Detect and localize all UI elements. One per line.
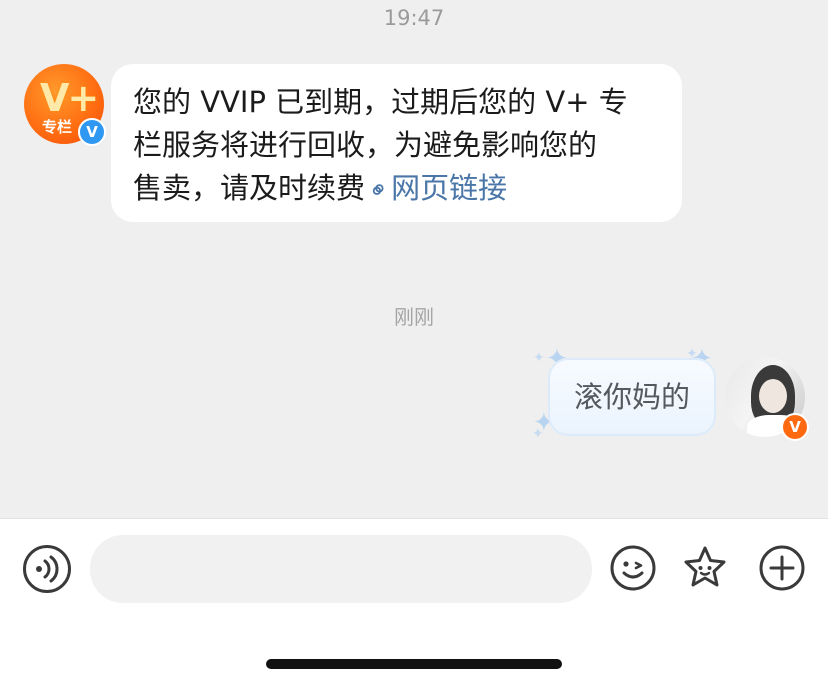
chat-area: 19:47 V+ 专栏 V 您的 VVIP 已到期，过期后您的 V+ 专 栏服务… [0, 0, 828, 518]
verified-badge: V [78, 118, 106, 146]
timestamp: 19:47 [383, 6, 445, 30]
sparkle-dot-icon: ✦ [533, 350, 545, 366]
sticker-star-icon [684, 546, 726, 587]
message-line: 您的 VVIP 已到期，过期后您的 V+ 专 [133, 85, 628, 119]
voice-icon [36, 555, 59, 583]
outgoing-message-bubble[interactable]: 滚你妈的 [548, 358, 716, 436]
user-avatar[interactable]: V [725, 357, 809, 441]
voice-button[interactable] [23, 545, 71, 593]
plus-icon [759, 545, 805, 591]
sticker-button[interactable] [681, 544, 729, 592]
web-link[interactable]: 网页链接 [391, 171, 507, 205]
sender-avatar[interactable]: V+ 专栏 V [24, 64, 106, 146]
incoming-message-bubble[interactable]: 您的 VVIP 已到期，过期后您的 V+ 专 栏服务将进行回收，为避免影响您的 … [111, 64, 682, 222]
message-line: 栏服务将进行回收，为避免影响您的 [133, 128, 598, 162]
avatar-logo-sub: 专栏 [42, 118, 73, 136]
verified-badge: V [781, 413, 809, 441]
avatar-logo-text: V+ [40, 76, 99, 120]
emoji-icon [610, 545, 656, 591]
message-text: 售卖，请及时续费 [133, 171, 366, 205]
emoji-button[interactable] [609, 544, 657, 592]
message-line: 售卖，请及时续费⚭网页链接 [133, 167, 662, 212]
sparkle-dot-icon: ✦ [532, 426, 544, 442]
more-button[interactable] [758, 544, 806, 592]
home-indicator[interactable] [266, 659, 562, 669]
timestamp-recent: 刚刚 [394, 305, 434, 329]
message-input[interactable] [90, 535, 592, 603]
